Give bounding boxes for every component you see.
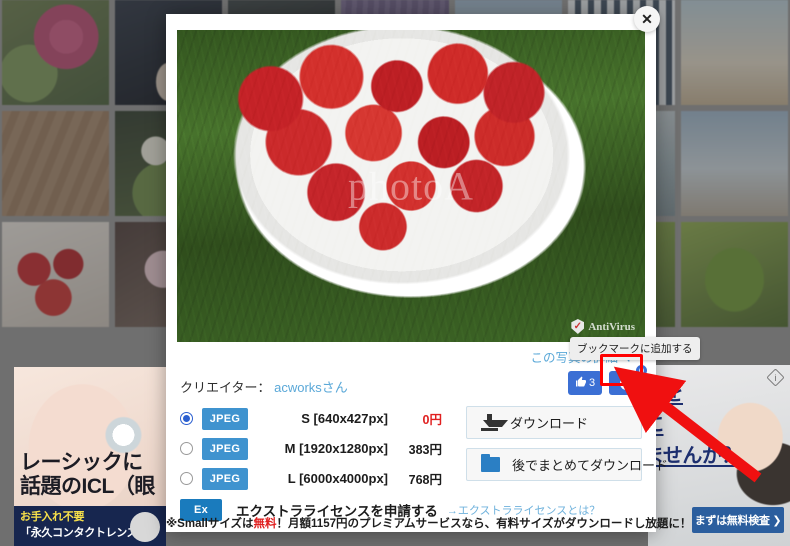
download-icon [481, 414, 508, 431]
size-option-radio-l[interactable] [180, 472, 193, 485]
size-label-m: M [1920x1280px] [284, 441, 388, 456]
ad-left-headline-line2: 話題のICL（眼 [20, 474, 155, 498]
ad-left-banner: お手入れ不要 「永久コンタクトレンズ」 [14, 506, 166, 546]
folder-icon [481, 454, 500, 472]
photo-detail-modal: photoA AntiVirus この写真の詳細ペー クリエイター： acwor… [166, 14, 691, 532]
creator-label: クリエイター： [180, 380, 271, 395]
size-option-radio-m[interactable] [180, 442, 193, 455]
creator-line: クリエイター： acworksさん [180, 377, 348, 396]
photo-preview[interactable]: photoA AntiVirus [177, 30, 645, 342]
download-actions: ダウンロード 後でまとめてダウンロード [466, 406, 668, 490]
ad-right-cta-button[interactable]: まずは無料検査 ❯ [692, 507, 784, 533]
page-root: レーシックに 話題のICL（眼 お手入れ不要 「永久コンタクトレンズ」 間を に… [0, 0, 790, 546]
notice-prefix: ※Smallサイズは [166, 518, 254, 530]
bookmark-add-button[interactable]: + 0 [609, 364, 648, 395]
price-label-s: 0円 [422, 413, 442, 427]
ad-left-headline-line1: レーシックに [20, 451, 143, 474]
creator-name-link[interactable]: acworksさん [274, 380, 348, 395]
format-tag-m: JPEG [202, 437, 248, 460]
format-tag-l: JPEG [202, 467, 248, 490]
ad-right-headline: 間を に ませんか？ [648, 379, 790, 472]
bookmark-count-badge: 0 [635, 364, 648, 377]
thumbs-up-icon [575, 376, 587, 390]
plus-circle-icon: + [619, 376, 633, 390]
like-button[interactable]: 3 [568, 371, 602, 395]
batch-download-button[interactable]: 後でまとめてダウンロード [466, 448, 668, 481]
antivirus-label: AntiVirus [588, 320, 635, 333]
size-option-radio-s[interactable] [180, 412, 193, 425]
price-label-l: 768円 [408, 473, 442, 487]
ad-left[interactable]: レーシックに 話題のICL（眼 お手入れ不要 「永久コンタクトレンズ」 [14, 367, 166, 546]
like-count: 3 [588, 377, 596, 389]
size-label-s: S [640x427px] [301, 411, 388, 426]
ad-left-headline: レーシックに 話題のICL（眼 [20, 451, 162, 498]
bookmark-tooltip: ブックマークに追加する [570, 337, 700, 360]
ad-left-logo [130, 512, 160, 542]
premium-notice: ※Smallサイズは無料！月額1157円のプレミアムサービスなら、有料サイズがダ… [166, 515, 691, 531]
download-button[interactable]: ダウンロード [466, 406, 642, 439]
antivirus-badge: AntiVirus [571, 319, 635, 334]
price-label-m: 383円 [408, 443, 442, 457]
photo-watermark: photoA [348, 163, 474, 209]
download-button-label: ダウンロード [510, 416, 589, 431]
notice-highlight: 無料 [253, 518, 277, 530]
format-tag-s: JPEG [202, 407, 248, 430]
close-icon[interactable]: ✕ [634, 6, 660, 32]
size-label-l: L [6000x4000px] [287, 471, 388, 486]
social-actions: 3 + 0 [568, 364, 648, 395]
notice-suffix: ！月額1157円のプレミアムサービスなら、有料サイズがダウンロードし放題に！ [276, 518, 692, 530]
shield-check-icon [571, 319, 585, 334]
batch-download-button-label: 後でまとめてダウンロード [512, 458, 669, 473]
